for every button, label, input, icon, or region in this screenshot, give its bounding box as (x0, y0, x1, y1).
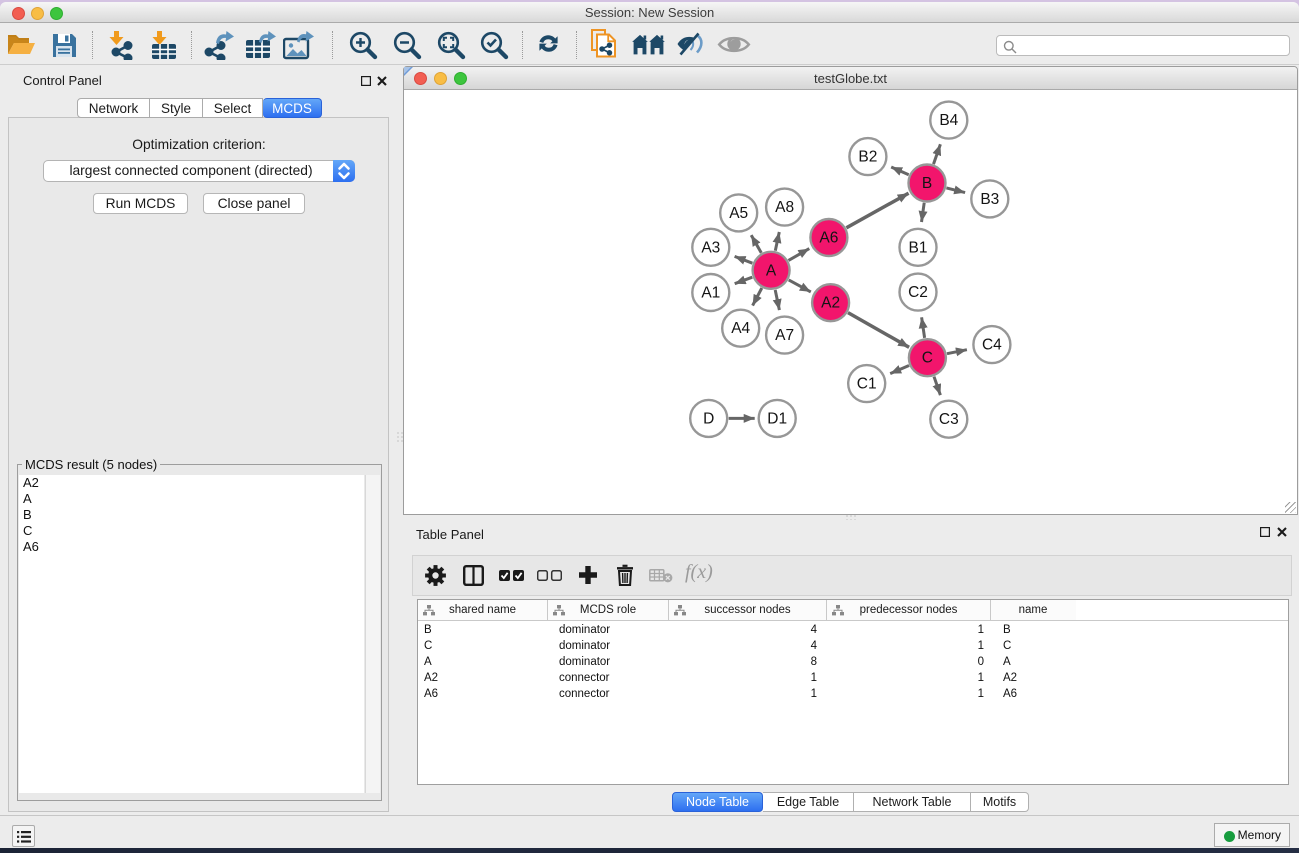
svg-text:A5: A5 (729, 205, 748, 222)
svg-text:A2: A2 (821, 295, 840, 312)
svg-text:B2: B2 (858, 149, 877, 166)
svg-text:B4: B4 (939, 112, 958, 129)
svg-text:B1: B1 (909, 239, 928, 256)
svg-text:A6: A6 (819, 230, 838, 247)
svg-text:B: B (922, 175, 932, 192)
svg-text:A: A (766, 262, 777, 279)
svg-text:C4: C4 (982, 337, 1002, 354)
svg-text:D1: D1 (767, 410, 787, 427)
svg-text:C2: C2 (908, 284, 928, 301)
svg-text:C1: C1 (857, 376, 877, 393)
svg-text:B3: B3 (980, 191, 999, 208)
svg-text:A7: A7 (775, 327, 794, 344)
svg-text:C: C (922, 350, 933, 367)
svg-text:A4: A4 (731, 320, 750, 337)
svg-text:A8: A8 (775, 199, 794, 216)
svg-text:A3: A3 (701, 239, 720, 256)
svg-text:C3: C3 (939, 411, 959, 428)
svg-text:D: D (703, 410, 714, 427)
svg-text:A1: A1 (701, 285, 720, 302)
